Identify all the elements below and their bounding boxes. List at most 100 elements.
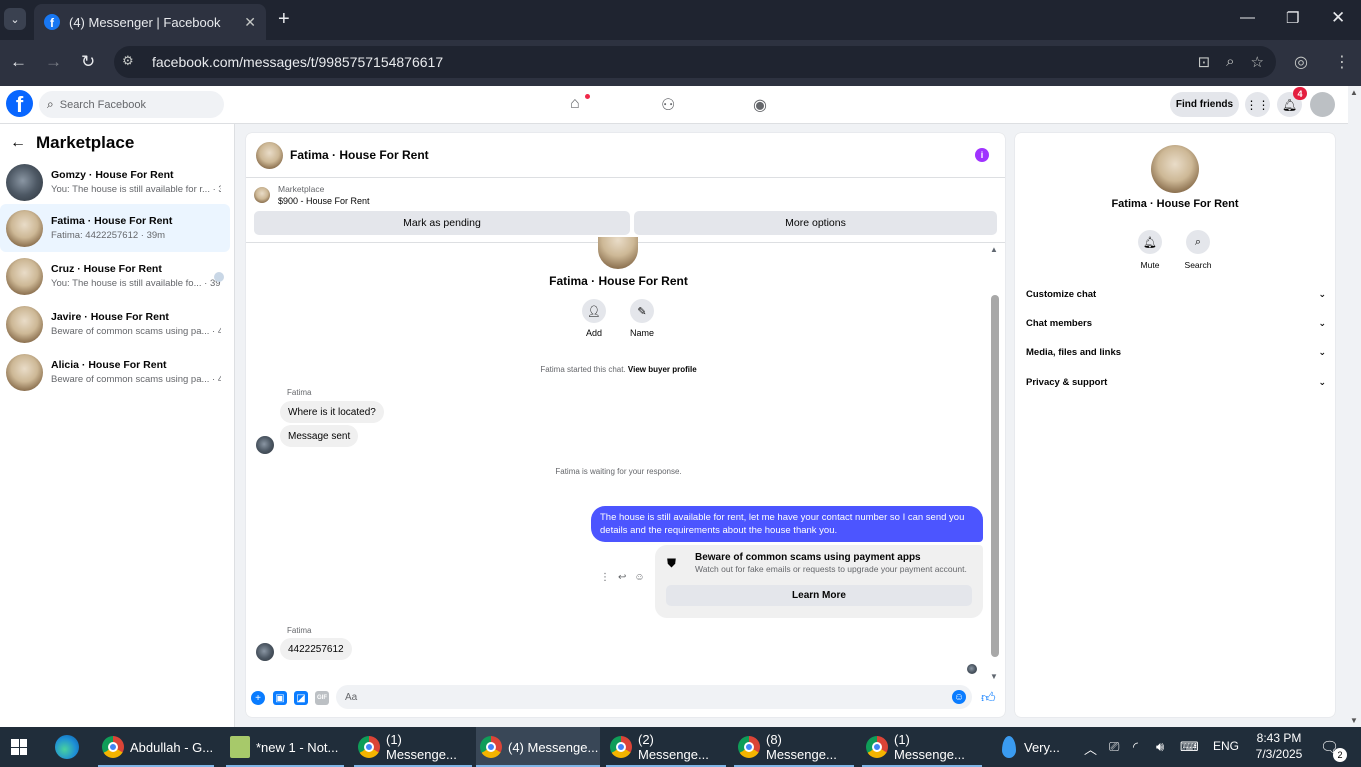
close-window-icon[interactable]: ✕ bbox=[1331, 8, 1345, 28]
gif-icon[interactable]: GIF bbox=[315, 691, 329, 705]
conversation-name: Javire · House For Rent bbox=[51, 311, 169, 323]
taskbar-item-label: Abdullah - G... bbox=[130, 739, 214, 755]
edge-icon[interactable] bbox=[55, 735, 79, 759]
add-people-button[interactable]: 👤︎ Add bbox=[574, 299, 614, 338]
view-buyer-profile-link[interactable]: View buyer profile bbox=[628, 365, 697, 374]
incoming-message[interactable]: Message sent bbox=[280, 425, 359, 447]
more-icon[interactable]: ⋮ bbox=[600, 572, 610, 583]
meet-now-icon[interactable]: ⎚ bbox=[1109, 739, 1119, 755]
scroll-up-arrow-icon[interactable]: ▲ bbox=[990, 245, 998, 254]
home-icon[interactable]: ⌂ bbox=[570, 95, 580, 113]
groups-icon[interactable]: ◉ bbox=[753, 95, 767, 115]
browser-menu-icon[interactable]: ⋮ bbox=[1334, 52, 1350, 72]
incoming-message[interactable]: Where is it located? bbox=[280, 401, 384, 423]
emoji-icon[interactable]: ☺ bbox=[952, 690, 966, 704]
intro-avatar bbox=[598, 237, 638, 269]
details-avatar[interactable] bbox=[1151, 145, 1199, 193]
conversation-item-active[interactable]: Fatima · House For Rent Fatima: 44222576… bbox=[0, 204, 230, 252]
chat-avatar[interactable] bbox=[256, 141, 283, 169]
reply-icon[interactable]: ↩ bbox=[618, 572, 626, 583]
network-icon[interactable]: ◜ bbox=[1133, 739, 1138, 755]
page-scrollbar[interactable]: ▲ ▼ bbox=[1348, 86, 1361, 727]
scroll-down-arrow-icon[interactable]: ▼ bbox=[990, 672, 998, 681]
forward-icon[interactable]: → bbox=[45, 52, 62, 72]
taskbar-item[interactable]: (1) Messenge... bbox=[862, 727, 982, 767]
taskbar-item-active[interactable]: (4) Messenge... bbox=[476, 727, 600, 767]
facebook-search-input[interactable]: ⌕ Search Facebook bbox=[39, 91, 224, 118]
find-friends-button[interactable]: Find friends bbox=[1170, 92, 1239, 117]
new-tab-button[interactable]: + bbox=[278, 9, 290, 29]
mute-button[interactable]: 🔔︎ Mute bbox=[1130, 230, 1170, 270]
sender-avatar[interactable] bbox=[256, 643, 274, 661]
mute-label: Mute bbox=[1140, 260, 1160, 270]
chat-members-section[interactable]: Chat members ⌄ bbox=[1026, 318, 1326, 329]
profile-icon[interactable]: ◎ bbox=[1294, 52, 1308, 72]
chat-scrollbar[interactable]: ▲ ▼ bbox=[989, 245, 1001, 681]
account-avatar[interactable] bbox=[1310, 92, 1335, 117]
mark-as-pending-button[interactable]: Mark as pending bbox=[254, 211, 630, 235]
sticker-icon[interactable]: ◪ bbox=[294, 691, 308, 705]
scroll-up-arrow-icon[interactable]: ▲ bbox=[1350, 88, 1358, 97]
chevron-down-icon: ⌄ bbox=[1318, 377, 1326, 387]
home-notification-dot bbox=[585, 94, 590, 99]
listing-title[interactable]: $900 - House For Rent bbox=[278, 196, 370, 206]
react-icon[interactable]: ☺ bbox=[634, 572, 644, 583]
privacy-support-section[interactable]: Privacy & support ⌄ bbox=[1026, 377, 1326, 388]
conversation-item[interactable]: Alicia · House For Rent Beware of common… bbox=[0, 348, 230, 396]
volume-icon[interactable]: 🔊︎ bbox=[1156, 739, 1164, 755]
search-conversation-button[interactable]: ⌕ Search bbox=[1178, 230, 1218, 270]
outgoing-message[interactable]: The house is still available for rent, l… bbox=[591, 506, 983, 542]
waiting-notice: Fatima is waiting for your response. bbox=[555, 467, 682, 476]
taskbar-weather[interactable]: Very... bbox=[998, 727, 1074, 767]
info-icon[interactable]: i bbox=[975, 148, 989, 162]
back-arrow-icon[interactable]: ← bbox=[10, 134, 26, 152]
more-options-button[interactable]: More options bbox=[634, 211, 997, 235]
conversation-item[interactable]: Cruz · House For Rent You: The house is … bbox=[0, 252, 230, 300]
learn-more-button[interactable]: Learn More bbox=[666, 585, 972, 606]
sender-avatar[interactable] bbox=[256, 436, 274, 454]
photo-icon[interactable]: ▣ bbox=[273, 691, 287, 705]
reload-icon[interactable]: ↻ bbox=[81, 52, 95, 72]
listing-thumbnail[interactable] bbox=[254, 187, 270, 203]
zoom-icon[interactable]: ⌕ bbox=[1226, 53, 1234, 71]
restore-icon[interactable]: ❐ bbox=[1286, 9, 1299, 27]
conversation-item[interactable]: Gomzy · House For Rent You: The house is… bbox=[0, 158, 230, 206]
taskbar-item[interactable]: *new 1 - Not... bbox=[226, 727, 344, 767]
taskbar-item[interactable]: (8) Messenge... bbox=[734, 727, 854, 767]
tab-search-button[interactable]: ⌄ bbox=[4, 8, 26, 30]
back-icon[interactable]: ← bbox=[10, 52, 27, 72]
conversation-name: Gomzy · House For Rent bbox=[51, 169, 174, 181]
friends-icon[interactable]: ⚇ bbox=[661, 95, 675, 115]
menu-grid-icon[interactable]: ⋮⋮ bbox=[1245, 92, 1270, 117]
taskbar-item[interactable]: (1) Messenge... bbox=[354, 727, 472, 767]
install-app-icon[interactable]: ⊡ bbox=[1198, 53, 1211, 71]
search-icon: ⌕ bbox=[47, 97, 54, 111]
input-language[interactable]: ENG bbox=[1213, 739, 1239, 753]
chat-title[interactable]: Fatima · House For Rent bbox=[290, 148, 429, 162]
intro-name: Fatima · House For Rent bbox=[549, 274, 688, 288]
show-hidden-icons-chevron-icon[interactable]: ︿ bbox=[1084, 739, 1097, 758]
taskbar-item[interactable]: (2) Messenge... bbox=[606, 727, 726, 767]
search-label: Search bbox=[1184, 260, 1212, 270]
keyboard-icon[interactable]: ⌨ bbox=[1180, 739, 1199, 755]
conversation-item[interactable]: Javire · House For Rent Beware of common… bbox=[0, 300, 230, 348]
tab-close-icon[interactable]: ✕ bbox=[244, 14, 256, 31]
edit-name-button[interactable]: ✎ Name bbox=[622, 299, 662, 338]
facebook-logo[interactable]: f bbox=[6, 90, 33, 117]
incoming-message[interactable]: 4422257612 bbox=[280, 638, 352, 660]
browser-tab-active[interactable]: f (4) Messenger | Facebook ✕ bbox=[34, 4, 266, 40]
site-info-icon[interactable]: ⚙ bbox=[122, 53, 140, 71]
address-bar[interactable]: ⚙ facebook.com/messages/t/99857571548766… bbox=[114, 46, 1276, 78]
taskbar-clock[interactable]: 8:43 PM 7/3/2025 bbox=[1248, 730, 1310, 762]
windows-start-icon[interactable] bbox=[11, 739, 27, 755]
bookmark-star-icon[interactable]: ☆ bbox=[1251, 53, 1264, 71]
taskbar-item[interactable]: Abdullah - G... bbox=[98, 727, 214, 767]
message-input[interactable]: Aa ☺ bbox=[336, 685, 972, 709]
minimize-icon[interactable]: — bbox=[1240, 9, 1255, 26]
plus-icon[interactable]: + bbox=[251, 691, 265, 705]
thumbs-up-icon[interactable]: 👍︎ bbox=[981, 689, 996, 706]
scroll-down-arrow-icon[interactable]: ▼ bbox=[1350, 716, 1358, 725]
media-files-links-section[interactable]: Media, files and links ⌄ bbox=[1026, 347, 1326, 358]
customize-chat-section[interactable]: Customize chat ⌄ bbox=[1026, 289, 1326, 300]
scrollbar-thumb[interactable] bbox=[991, 295, 999, 657]
